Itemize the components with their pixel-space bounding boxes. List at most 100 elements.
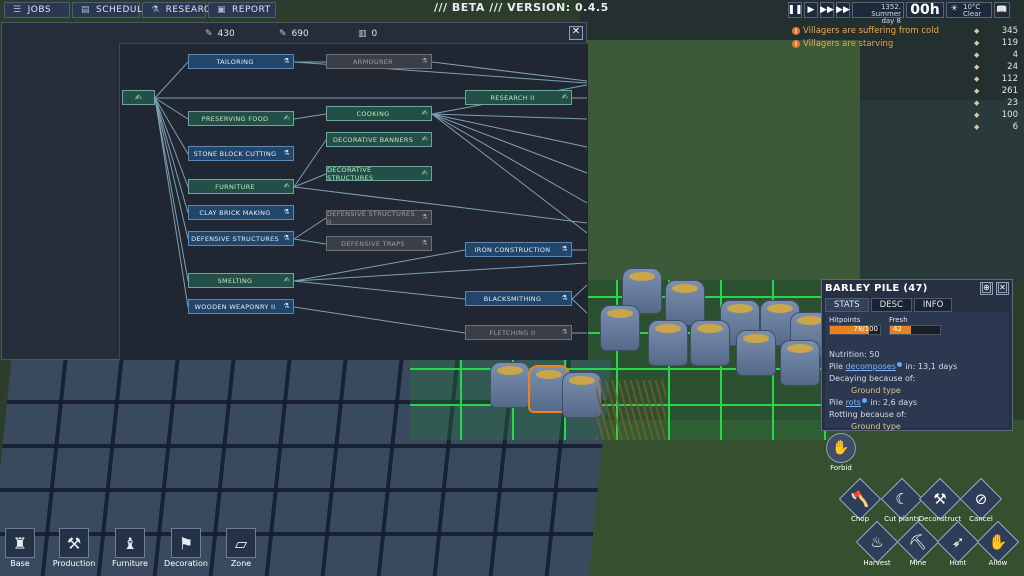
grain-sack[interactable] [780, 340, 820, 386]
grain-sack[interactable] [690, 320, 730, 366]
coin-icon: ◆ [974, 123, 980, 131]
tech-node-clay-brick-making[interactable]: CLAY BRICK MAKING ⚗ [188, 205, 294, 220]
research-button[interactable]: ⚗ RESEARCH [142, 2, 217, 18]
pile-title: BARLEY PILE (47) [825, 283, 928, 294]
rotting-label: Rotting because of: [829, 410, 907, 419]
build-furniture-button[interactable]: ♝ [115, 528, 145, 558]
grain-sack[interactable] [648, 320, 688, 366]
resource-row[interactable]: ◆ 24 [974, 61, 1018, 73]
flask-icon: ⚗ [561, 328, 568, 336]
help-icon[interactable] [896, 362, 902, 367]
tech-node-furniture[interactable]: FURNITURE ✍ [188, 179, 294, 194]
locate-button[interactable]: ⊕ [980, 282, 993, 295]
tech-node-defensive-traps[interactable]: DEFENSIVE TRAPS ⚗ [326, 236, 432, 251]
forbid-label: Forbid [830, 464, 852, 472]
stats-content: Hitpoints 78/100 Fresh 42 Nutrition: 50 … [825, 312, 1009, 431]
tech-node-blacksmithing[interactable]: BLACKSMITHING ⚗ [465, 291, 572, 306]
chair-icon: ♝ [122, 533, 138, 553]
build-production-button[interactable]: ⚒ [59, 528, 89, 558]
tech-node-smelting[interactable]: SMELTING ✍ [188, 273, 294, 288]
fresh-label: Fresh [889, 316, 908, 324]
fast-forward-icon: ▶▶ [820, 5, 834, 15]
grain-sack[interactable] [490, 362, 530, 408]
grain-sack[interactable] [736, 330, 776, 376]
fastest-button[interactable]: ▶▶ [836, 2, 850, 18]
hand-icon: ✍ [134, 93, 142, 102]
resource-row[interactable]: ◆ 23 [974, 97, 1018, 109]
play-button[interactable]: ▶ [804, 2, 818, 18]
tech-node-decorative-structures[interactable]: DECORATIVE STRUCTURES ✍ [326, 166, 432, 182]
decay-reason: Ground type [851, 386, 901, 395]
allow-label: Allow [988, 559, 1008, 567]
anvil-icon: ⚒ [66, 533, 82, 553]
tech-node-fletching-ii[interactable]: FLETCHING II ⚗ [465, 325, 572, 340]
hand-icon: ✍ [283, 182, 290, 190]
tech-node-armourer[interactable]: ARMOURER ⚗ [326, 54, 432, 69]
resource-row[interactable]: ◆ 119 [974, 37, 1018, 49]
tech-node-research-ii[interactable]: RESEARCH II ✍ [465, 90, 572, 105]
alert-item[interactable]: ! Villagers are suffering from cold [792, 26, 939, 36]
time-controls: ❚❚ ▶ ▶▶ ▶▶ 1352. Summer day 8 00h ☀ 10°C… [787, 2, 1010, 25]
date-display: 1352. Summer day 8 [852, 2, 904, 25]
tech-node-preserving-food[interactable]: PRESERVING FOOD ✍ [188, 111, 294, 126]
build-decoration-button[interactable]: ⚑ [171, 528, 201, 558]
grass-area [560, 40, 860, 280]
research-window: ✎ 430 ✎ 690 ▥ 0 ✕ ✍ TAILORING ⚗ ARMOURER… [1, 22, 588, 360]
barley-pile-panel: BARLEY PILE (47) ⊕ ✕ STATS DESC INFO Hit… [821, 279, 1013, 431]
book-icon: 📖 [996, 5, 1008, 15]
tech-root-node[interactable]: ✍ [122, 90, 155, 105]
flask-icon: ⚗ [283, 302, 290, 310]
jobs-button[interactable]: ☰ JOBS [4, 2, 70, 18]
forbid-button[interactable]: ✋ [826, 433, 856, 463]
tech-node-iron-construction[interactable]: IRON CONSTRUCTION ⚗ [465, 242, 572, 257]
grain-sack[interactable] [600, 305, 640, 351]
sun-icon: ☀ [950, 4, 959, 14]
rots-line: Pile rots in: 2,6 days [829, 398, 918, 407]
encyclopedia-button[interactable]: 📖 [994, 2, 1010, 18]
rots-link[interactable]: rots [846, 398, 861, 407]
tab-info[interactable]: INFO [913, 298, 953, 312]
fast-button[interactable]: ▶▶ [820, 2, 834, 18]
decompose-line: Pile decomposes in: 13,1 days [829, 362, 958, 371]
build-base-button[interactable]: ♜ [5, 528, 35, 558]
grain-icon: ◆ [974, 75, 980, 83]
help-icon[interactable] [861, 398, 867, 403]
rot-reason: Ground type [851, 422, 901, 431]
tech-node-tailoring[interactable]: TAILORING ⚗ [188, 54, 294, 69]
resource-row[interactable]: ◆ 100 [974, 109, 1018, 121]
decomposes-link[interactable]: decomposes [846, 362, 896, 371]
alerts-list: ! Villagers are suffering from cold ! Vill… [792, 26, 939, 52]
hand-icon: ✍ [283, 114, 290, 122]
tech-node-defensive-structures[interactable]: DEFENSIVE STRUCTURES ⚗ [188, 231, 294, 246]
resource-row[interactable]: ◆ 261 [974, 85, 1018, 97]
hitpoints-label: Hitpoints [829, 316, 861, 324]
resource-row[interactable]: ◆ 4 [974, 49, 1018, 61]
close-icon: ✕ [998, 282, 1007, 293]
decaying-label: Decaying because of: [829, 374, 916, 383]
tech-node-defensive-structures-ii[interactable]: DEFENSIVE STRUCTURES II ⚗ [326, 210, 432, 226]
hand-icon: ✍ [561, 93, 568, 101]
close-button[interactable]: ✕ [996, 282, 1009, 295]
tech-node-decorative-banners[interactable]: DECORATIVE BANNERS ✍ [326, 132, 432, 147]
tab-stats[interactable]: STATS [825, 298, 869, 312]
weather-display: ☀ 10°C Clear [946, 2, 992, 18]
tech-node-stone-block-cutting[interactable]: STONE BLOCK CUTTING ⚗ [188, 146, 294, 161]
build-zone-button[interactable]: ▱ [226, 528, 256, 558]
list-icon: ☰ [13, 5, 22, 15]
hand-icon: ✍ [421, 169, 428, 177]
pause-button[interactable]: ❚❚ [787, 2, 803, 18]
resource-row[interactable]: ◆ 345 [974, 25, 1018, 37]
build-furniture-label: Furniture [112, 559, 148, 568]
banner-icon: ⚑ [178, 533, 194, 553]
tech-node-cooking[interactable]: COOKING ✍ [326, 106, 432, 121]
resource-row[interactable]: ◆ 6 [974, 121, 1018, 133]
report-button[interactable]: ▣ REPORT [208, 2, 276, 18]
resource-row[interactable]: ◆ 112 [974, 73, 1018, 85]
tech-node-wooden-weaponry-ii[interactable]: WOODEN WEAPONRY II ⚗ [188, 299, 294, 314]
tab-desc[interactable]: DESC [870, 298, 912, 312]
schedule-button[interactable]: ▤ SCHEDULE [72, 2, 148, 18]
cancel-icon: ⊘ [974, 490, 988, 508]
dry-plant[interactable] [596, 380, 666, 440]
alert-item[interactable]: ! Villagers are starving [792, 39, 939, 49]
flask-icon: ⚗ [421, 239, 428, 247]
